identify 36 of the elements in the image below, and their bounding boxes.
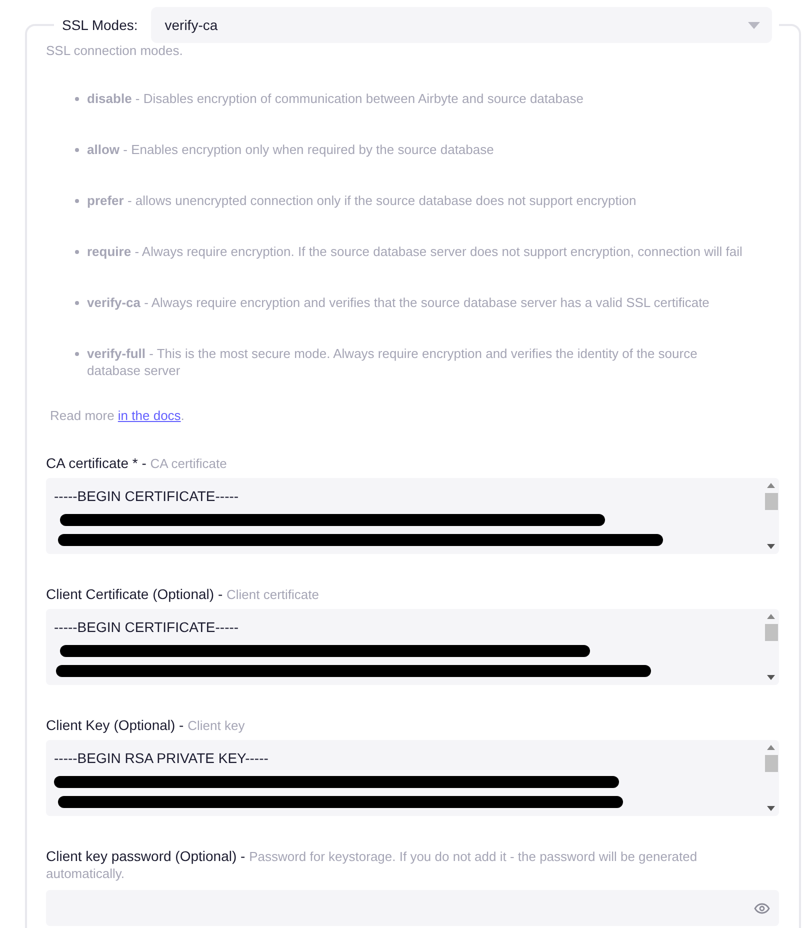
scrollbar-thumb[interactable] [764,493,778,510]
bullet-icon [75,352,79,356]
eye-icon[interactable] [754,902,770,914]
field-description: SSL connection modes. [46,43,184,58]
mode-description: verify-ca - Always require encryption and verifies that the source database server has a valid SSL certificate [87,294,710,311]
field-label: Client key password (Optional) - Password for keystorage. If you do not add it - the password will be generated automatically. [46,848,698,882]
certificate-textarea[interactable]: -----BEGIN CERTIFICATE----- [46,478,779,554]
read-more-text: Read more in the docs. [50,408,186,423]
bullet-icon [75,97,79,101]
scroll-up-icon[interactable] [767,614,776,619]
bullet-icon [75,199,79,203]
scrollbar-thumb[interactable] [764,624,778,641]
bullet-icon [75,250,79,254]
password-field[interactable] [46,890,779,926]
field-label: SSL Modes: [62,17,138,33]
scroll-down-icon[interactable] [767,806,776,811]
scroll-down-icon[interactable] [767,544,776,549]
field-label: CA certificate * - CA certificate [46,455,228,472]
scroll-up-icon[interactable] [767,483,776,488]
caret-icon [748,22,760,28]
field-label: Client Key (Optional) - Client key [46,717,246,734]
scroll-down-icon[interactable] [767,675,776,680]
scrollbar-thumb[interactable] [764,755,778,772]
docs-link[interactable]: in the docs [118,408,181,423]
mode-description: require - Always require encryption. If the source database server does not support encryption, connection will fail [87,243,742,260]
mode-description: allow - Enables encryption only when required by the source database [87,141,494,158]
bullet-icon [75,301,79,305]
mode-description: prefer - allows unencrypted connection only if the source database does not support encryption [87,192,636,209]
bullet-icon [75,148,79,152]
scroll-up-icon[interactable] [767,745,776,750]
ssl-mode-select[interactable]: verify-ca [150,7,772,43]
certificate-textarea[interactable]: -----BEGIN RSA PRIVATE KEY----- [46,740,779,816]
certificate-textarea[interactable]: -----BEGIN CERTIFICATE----- [46,609,779,685]
field-label: Client Certificate (Optional) - Client certificate [46,586,320,603]
mode-description: disable - Disables encryption of communication between Airbyte and source database [87,90,584,107]
mode-description: verify-full - This is the most secure mode. Always require encryption and verifies the identity of the source database server [87,345,698,379]
